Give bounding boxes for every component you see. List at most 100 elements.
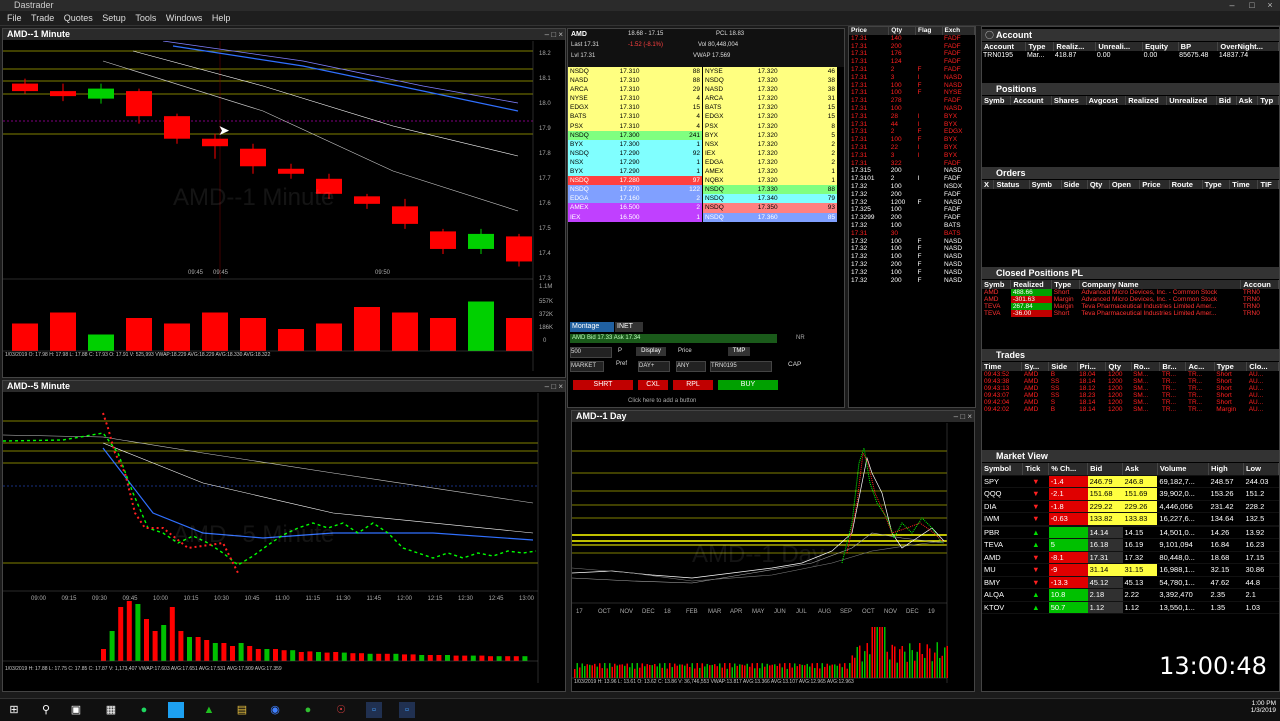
level2-row[interactable]: AMEX 17.320 1: [703, 167, 837, 177]
market-view-row[interactable]: SPY ▼ -1.4 246.79 246.8 69,182,7... 248.57 244.…: [982, 475, 1279, 488]
closed-row[interactable]: AMD -301.63 Margin Advanced Micro Devices, …: [982, 296, 1279, 303]
level2-row[interactable]: NSDQ 17.330 88: [703, 185, 837, 195]
calculator-icon[interactable]: ▦: [103, 702, 119, 718]
market-view-row[interactable]: QQQ ▼ -2.1 151.68 151.69 39,902,0... 153.26 151…: [982, 487, 1279, 501]
level2-row[interactable]: NASD 17.310 88: [568, 76, 702, 86]
level2-row[interactable]: PSX 17.320 8: [703, 121, 837, 131]
app-icon-blue[interactable]: ◉: [267, 702, 283, 718]
buy-button[interactable]: BUY: [718, 380, 778, 390]
trade-row[interactable]: 09:43:52 AMD B 18.04 1200 SM... TR... TR... Shor…: [982, 371, 1279, 378]
level2-row[interactable]: BYX 17.300 1: [568, 139, 702, 149]
column-header[interactable]: Ac...: [1185, 362, 1215, 371]
chrome-icon[interactable]: ☉: [333, 702, 349, 718]
level2-row[interactable]: NSDQ 17.300 241: [568, 130, 702, 140]
tab-montage[interactable]: Montage: [570, 322, 614, 332]
level2-row[interactable]: BYX 17.290 1: [568, 167, 702, 177]
column-header[interactable]: Symbol: [982, 463, 1024, 476]
column-header[interactable]: Avgcost: [1086, 96, 1127, 105]
level2-row[interactable]: NYSE 17.320 46: [703, 67, 837, 77]
ts-header-exch[interactable]: Exch: [942, 27, 976, 35]
level2-row[interactable]: BATS 17.320 15: [703, 103, 837, 113]
column-header[interactable]: Ask: [1122, 463, 1158, 476]
column-header[interactable]: Side: [1061, 180, 1088, 189]
short-button[interactable]: SHRT: [573, 380, 633, 390]
dastrader-taskbar-icon[interactable]: ▫: [366, 702, 382, 718]
account-col-account[interactable]: Account: [982, 42, 1027, 51]
column-header[interactable]: Qty: [1087, 180, 1110, 189]
account-col-realized[interactable]: Realiz...: [1053, 42, 1097, 51]
market-view-row[interactable]: TEVA ▲ 5 16.18 16.19 9,101,094 16.84 16.23: [982, 538, 1279, 552]
level2-row[interactable]: NSX 17.290 1: [568, 157, 702, 168]
panel-controls[interactable]: – □ ×: [545, 381, 563, 392]
order-qty-input[interactable]: 500: [570, 347, 612, 358]
level2-row[interactable]: NYSE 17.310 4: [568, 94, 702, 104]
column-header[interactable]: Tick: [1022, 463, 1050, 476]
column-header[interactable]: Symb: [1029, 180, 1062, 189]
column-header[interactable]: Bid: [1216, 96, 1237, 105]
column-header[interactable]: Account: [1010, 96, 1052, 105]
column-header[interactable]: Pri...: [1077, 362, 1107, 371]
column-header[interactable]: Open: [1109, 180, 1141, 189]
menu-setup[interactable]: Setup: [102, 11, 126, 25]
market-view-row[interactable]: PBR ▲ 14.14 14.15 14,501,0... 14.26 13.92: [982, 526, 1279, 539]
level2-row[interactable]: EDGA 17.160 2: [568, 194, 702, 204]
closed-row[interactable]: TEVA 267.84 Margin Teva Pharmaceutical Indu…: [982, 303, 1279, 310]
market-view-row[interactable]: BMY ▼ -13.3 45.12 45.13 54,780,1... 47.62 44.8: [982, 576, 1279, 589]
any-select[interactable]: ANY: [676, 361, 706, 372]
market-view-row[interactable]: IWM ▼ -0.63 133.82 133.83 16,227,6... 134.64 13…: [982, 512, 1279, 526]
market-view-row[interactable]: KTOV ▲ 50.7 1.12 1.12 13,550,1... 1.35 1.03: [982, 601, 1279, 614]
windows-start-icon[interactable]: ⊞: [6, 702, 22, 718]
market-view-row[interactable]: ALQA ▲ 10.8 2.18 2.22 3,392,470 2.35 2.1: [982, 588, 1279, 602]
market-view-row[interactable]: MU ▼ -9 31.14 31.15 16,988,1... 32.15 30.86: [982, 563, 1279, 577]
column-header[interactable]: Route: [1169, 180, 1203, 189]
account-col-overnight[interactable]: OverNight...: [1217, 42, 1279, 51]
column-header[interactable]: High: [1208, 463, 1244, 476]
cancel-button[interactable]: CXL: [638, 380, 668, 390]
app-icon-round[interactable]: ●: [300, 702, 316, 718]
display-button[interactable]: Display: [636, 347, 666, 356]
column-header[interactable]: Low: [1243, 463, 1280, 476]
column-header[interactable]: Symb: [982, 96, 1012, 105]
column-header[interactable]: Bid: [1087, 463, 1123, 476]
menu-file[interactable]: File: [7, 11, 22, 25]
column-header[interactable]: Realized: [1125, 96, 1168, 105]
montage-symbol[interactable]: AMD: [571, 31, 587, 38]
column-header[interactable]: Symb: [982, 280, 1012, 289]
trade-row[interactable]: 09:43:07 AMD SS 18.23 1200 SM... TR... TR... Sho…: [982, 392, 1279, 399]
column-header[interactable]: Side: [1048, 362, 1078, 371]
level2-row[interactable]: IEX 16.500 1: [568, 212, 702, 222]
add-button-hint[interactable]: Click here to add a button: [628, 398, 696, 404]
trade-row[interactable]: 09:42:04 AMD S 18.14 1200 SM... TR... TR... Shor…: [982, 399, 1279, 406]
column-header[interactable]: TIF: [1257, 180, 1279, 189]
trade-row[interactable]: 09:43:13 AMD SS 18.12 1200 SM... TR... TR... Sho…: [982, 385, 1279, 392]
column-header[interactable]: Sy...: [1021, 362, 1050, 371]
replace-button[interactable]: RPL: [673, 380, 713, 390]
nr-label[interactable]: NR: [796, 335, 805, 341]
menu-quotes[interactable]: Quotes: [64, 11, 93, 25]
column-header[interactable]: Company Name: [1079, 280, 1242, 289]
level2-row[interactable]: EDGA 17.320 2: [703, 157, 837, 168]
level2-row[interactable]: ARCA 17.320 31: [703, 94, 837, 104]
minimize-icon[interactable]: –: [1224, 0, 1240, 11]
level2-row[interactable]: BYX 17.320 5: [703, 130, 837, 140]
column-header[interactable]: Status: [993, 180, 1030, 189]
twitter-icon[interactable]: [168, 702, 184, 718]
level2-row[interactable]: NSDQ 17.270 122: [568, 185, 702, 195]
app-icon-green[interactable]: ▲: [201, 702, 217, 718]
menu-help[interactable]: Help: [212, 11, 231, 25]
account-row[interactable]: TRN0195 Mar... 418.87 0.00 0.00 85675.48…: [982, 51, 1279, 60]
column-header[interactable]: X: [982, 180, 995, 189]
level2-row[interactable]: NSDQ 17.340 79: [703, 194, 837, 204]
task-view-icon[interactable]: ▣: [68, 702, 84, 718]
tmp-button[interactable]: TMP: [728, 347, 750, 356]
level2-row[interactable]: NSDQ 17.310 88: [568, 67, 702, 77]
maximize-icon[interactable]: □: [1244, 0, 1260, 11]
tif-select[interactable]: DAY+: [638, 361, 670, 372]
column-header[interactable]: Typ: [1257, 96, 1279, 105]
menu-windows[interactable]: Windows: [166, 11, 203, 25]
column-header[interactable]: Price: [1139, 180, 1170, 189]
account-select[interactable]: TRN0195: [710, 361, 772, 372]
market-view-row[interactable]: DIA ▼ -1.8 229.22 229.26 4,446,056 231.42 228.2: [982, 500, 1279, 513]
close-icon[interactable]: ×: [1262, 0, 1278, 11]
ts-header-price[interactable]: Price: [849, 27, 890, 35]
